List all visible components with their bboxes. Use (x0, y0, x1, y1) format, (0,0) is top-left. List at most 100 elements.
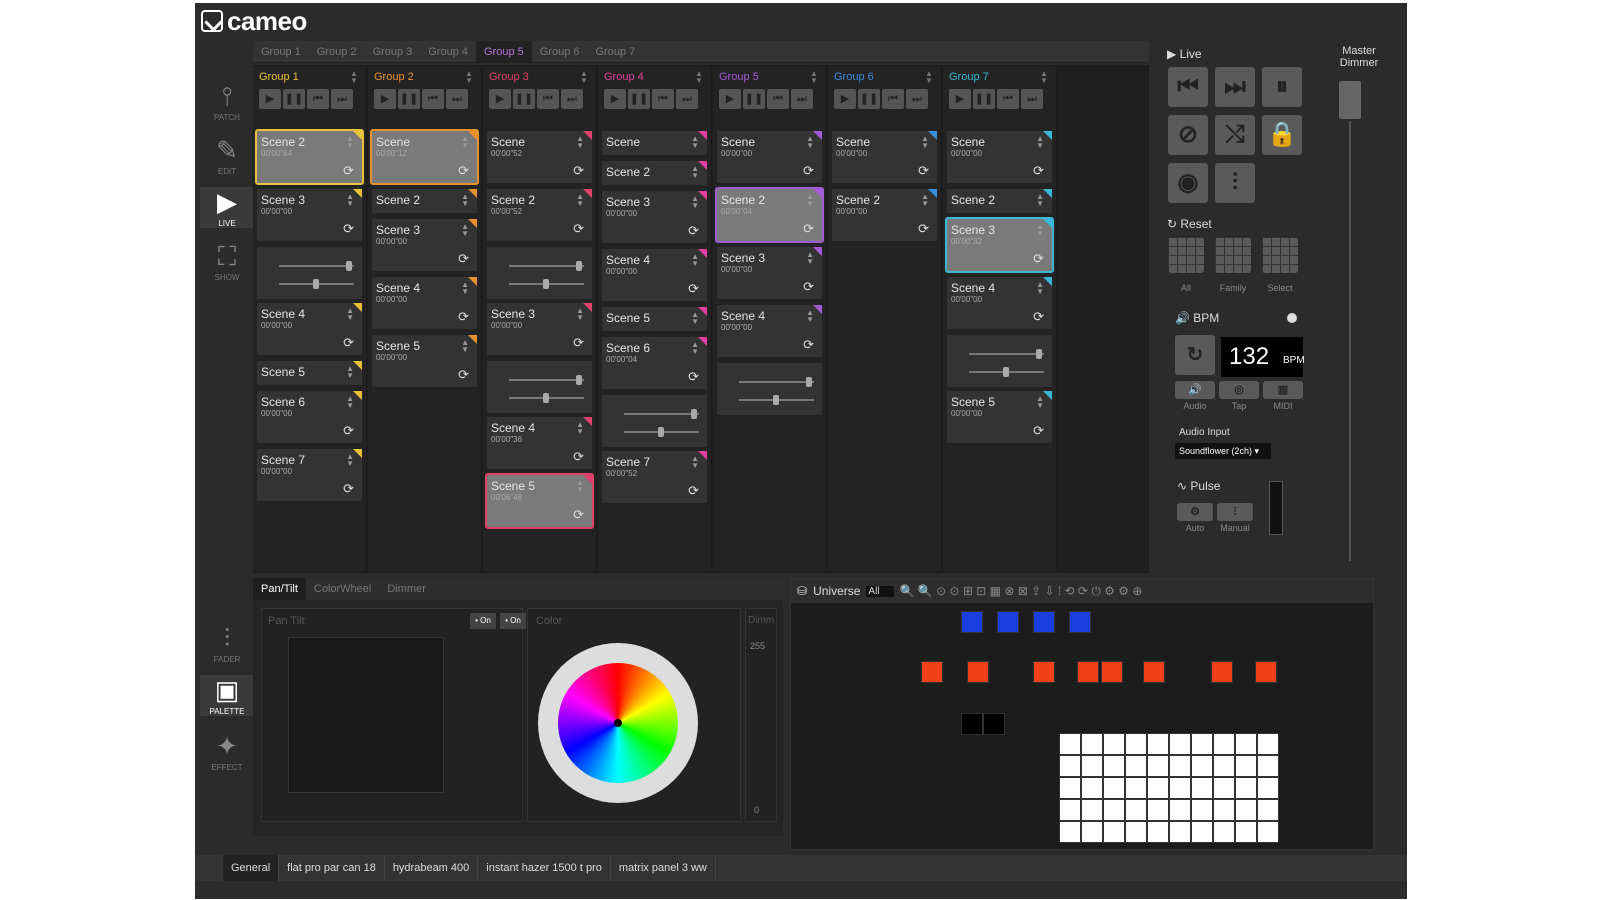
scene-button[interactable]: Scene 4 00'00"00 ⟳ ▲ ▼ (372, 277, 477, 329)
nav-patch[interactable]: ⫯ PATCH (200, 81, 254, 122)
scene-reorder-icon[interactable]: ▲ ▼ (576, 479, 584, 494)
loop-icon[interactable]: ⟳ (803, 163, 814, 179)
reorder-icon[interactable]: ▲ ▼ (350, 70, 358, 85)
loop-icon[interactable]: ⟳ (573, 507, 584, 523)
scene-button[interactable]: Scene 4 00'00"00 ⟳ ▲ ▼ (717, 305, 822, 357)
color-cursor[interactable] (614, 719, 622, 727)
fixture-cell[interactable] (1147, 733, 1169, 755)
loop-icon[interactable]: ⟳ (1033, 163, 1044, 179)
fixture-tab[interactable]: matrix panel 3 ww (611, 855, 716, 881)
scene-reorder-icon[interactable]: ▲ ▼ (691, 311, 699, 326)
fixture-cell[interactable] (1059, 777, 1081, 799)
tilt-on-button[interactable]: • On (500, 613, 526, 629)
scene-reorder-icon[interactable]: ▲ ▼ (691, 455, 699, 470)
midi-icon[interactable]: ▥ (1263, 381, 1303, 399)
scene-button[interactable]: Scene 3 00'00"00 ⟳ ▲ ▼ (257, 189, 362, 241)
scene-button[interactable]: Scene 2 ▲ ▼ (372, 189, 477, 213)
auto-icon[interactable]: ⚙ (1177, 503, 1213, 521)
scene-button[interactable]: Scene ▲ ▼ (602, 131, 707, 155)
fixture-cell[interactable] (1257, 821, 1279, 843)
scene-reorder-icon[interactable]: ▲ ▼ (346, 395, 354, 410)
fixture-cell[interactable] (1147, 777, 1169, 799)
pause-icon[interactable]: ❚❚ (628, 89, 650, 109)
fixture-cell[interactable] (1191, 821, 1213, 843)
audio-input-select[interactable]: Soundflower (2ch) ▾ (1175, 443, 1271, 459)
fixture-cell[interactable] (1103, 821, 1125, 843)
nav-fader[interactable]: ⫶ FADER (200, 623, 254, 664)
mixer-icon[interactable]: ⫶ (1215, 163, 1255, 203)
fixture-cell[interactable] (983, 713, 1005, 735)
fixture-tab[interactable]: flat pro par can 18 (279, 855, 385, 881)
loop-icon[interactable]: ⟳ (343, 163, 354, 179)
prev-icon[interactable]: ⏮ (537, 89, 559, 109)
scene-reorder-icon[interactable]: ▲ ▼ (691, 341, 699, 356)
fixture-cell[interactable] (1235, 799, 1257, 821)
fixture-cell[interactable] (1213, 799, 1235, 821)
shuffle-icon[interactable]: ⤭ (1215, 115, 1255, 155)
scene-reorder-icon[interactable]: ▲ ▼ (691, 253, 699, 268)
all-icon[interactable] (1168, 237, 1204, 273)
fixture-cell[interactable] (1033, 661, 1055, 683)
reorder-icon[interactable]: ▲ ▼ (1040, 70, 1048, 85)
fixture-cell[interactable] (1213, 821, 1235, 843)
loop-icon[interactable]: ⟳ (688, 483, 699, 499)
scene-button[interactable]: Scene 00'00"00 ⟳ ▲ ▼ (947, 131, 1052, 183)
scene-reorder-icon[interactable]: ▲ ▼ (691, 195, 699, 210)
loop-icon[interactable]: ⟳ (458, 163, 469, 179)
nav-edit[interactable]: ✎ EDIT (200, 135, 254, 176)
reorder-icon[interactable]: ▲ ▼ (465, 70, 473, 85)
scene-reorder-icon[interactable]: ▲ ▼ (576, 193, 584, 208)
fixture-cell[interactable] (1077, 661, 1099, 683)
next-icon[interactable]: ⏭ (906, 89, 928, 109)
pause-icon[interactable]: ❚❚ (973, 89, 995, 109)
fixture-cell[interactable] (1169, 821, 1191, 843)
blackout-icon[interactable]: ⊘ (1168, 115, 1208, 155)
fixture-cell[interactable] (1125, 777, 1147, 799)
scene-reorder-icon[interactable]: ▲ ▼ (461, 193, 469, 208)
prev-icon[interactable]: ⏮ (882, 89, 904, 109)
loop-icon[interactable]: ⟳ (458, 251, 469, 267)
scene-button[interactable]: Scene 2 00'00"52 ⟳ ▲ ▼ (487, 189, 592, 241)
fixture-cell[interactable] (1103, 777, 1125, 799)
scene-fader[interactable] (947, 335, 1052, 387)
loop-icon[interactable]: ⟳ (918, 163, 929, 179)
select-icon[interactable] (1262, 237, 1298, 273)
scene-reorder-icon[interactable]: ▲ ▼ (461, 281, 469, 296)
scene-button[interactable]: Scene 3 00'00"00 ⟳ ▲ ▼ (487, 303, 592, 355)
play-icon[interactable]: ▶ (489, 89, 511, 109)
fixture-cell[interactable] (1081, 799, 1103, 821)
loop-icon[interactable]: ⟳ (803, 221, 814, 237)
scene-fader[interactable] (602, 395, 707, 447)
fixture-cell[interactable] (1081, 755, 1103, 777)
scene-button[interactable]: Scene 00'00"12 ⟳ ▲ ▼ (370, 129, 479, 185)
fixture-cell[interactable] (1033, 611, 1055, 633)
scene-reorder-icon[interactable]: ▲ ▼ (691, 165, 699, 180)
loop-icon[interactable]: ⟳ (803, 337, 814, 353)
scene-reorder-icon[interactable]: ▲ ▼ (1036, 135, 1044, 150)
reorder-icon[interactable]: ▲ ▼ (925, 70, 933, 85)
fixture-cell[interactable] (1235, 755, 1257, 777)
fixture-cell[interactable] (1081, 777, 1103, 799)
scene-button[interactable]: Scene 5 00'06"48 ⟳ ▲ ▼ (485, 473, 594, 529)
loop-icon[interactable]: ⟳ (343, 335, 354, 351)
fixture-cell[interactable] (1081, 733, 1103, 755)
fixture-cell[interactable] (1235, 821, 1257, 843)
scene-fader[interactable] (487, 361, 592, 413)
scene-button[interactable]: Scene 2 00'00"00 ⟳ ▲ ▼ (832, 189, 937, 241)
reorder-icon[interactable]: ▲ ▼ (580, 70, 588, 85)
fixture-cell[interactable] (1125, 733, 1147, 755)
next-icon[interactable]: ⏭ (791, 89, 813, 109)
loop-icon[interactable]: ⟳ (343, 221, 354, 237)
loop-icon[interactable]: ⟳ (573, 335, 584, 351)
play-icon[interactable]: ▶ (604, 89, 626, 109)
prev-icon[interactable]: ⏮ (422, 89, 444, 109)
scene-button[interactable]: Scene 3 00'00"32 ⟳ ▲ ▼ (945, 217, 1054, 273)
scene-reorder-icon[interactable]: ▲ ▼ (1036, 223, 1044, 238)
pause-icon[interactable]: ❚❚ (398, 89, 420, 109)
fixture-cell[interactable] (1059, 799, 1081, 821)
pause-icon[interactable]: ❚❚ (858, 89, 880, 109)
scene-button[interactable]: Scene 7 00'00"00 ⟳ ▲ ▼ (257, 449, 362, 501)
fixture-cell[interactable] (1069, 611, 1091, 633)
loop-icon[interactable]: ⟳ (1033, 423, 1044, 439)
fixture-tab[interactable]: hydrabeam 400 (385, 855, 479, 881)
